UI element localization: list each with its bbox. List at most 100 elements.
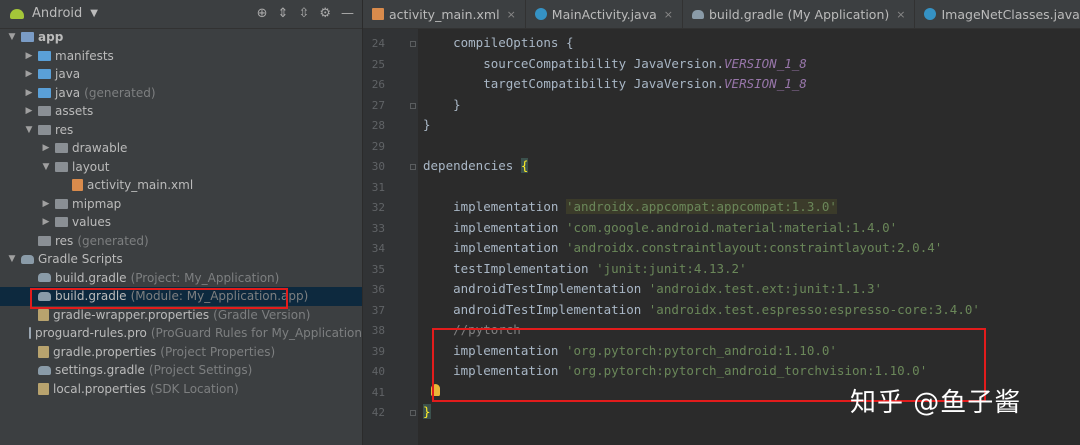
- tree-item[interactable]: build.gradle (Project: My_Application): [0, 269, 362, 288]
- tree-item[interactable]: ▼ layout: [0, 158, 362, 177]
- tree-item-label: java: [55, 85, 81, 100]
- gradle-file-icon: [38, 365, 51, 375]
- tree-item[interactable]: ▶ drawable: [0, 139, 362, 158]
- tree-item[interactable]: ▶ mipmap: [0, 195, 362, 214]
- editor-tab-label: ImageNetClasses.java: [941, 6, 1080, 22]
- tree-item[interactable]: activity_main.xml: [0, 176, 362, 195]
- chevron-down-icon: ▼: [90, 8, 98, 19]
- tree-item-label: proguard-rules.pro: [35, 326, 147, 340]
- line-number: 36: [371, 283, 385, 296]
- gray-file-icon: [55, 161, 68, 172]
- tree-item-label: java: [55, 67, 81, 81]
- fold-marker-icon[interactable]: [410, 41, 416, 47]
- close-icon[interactable]: ×: [664, 8, 673, 21]
- tree-item-label: build.gradle: [55, 270, 127, 285]
- tree-item[interactable]: local.properties (SDK Location): [0, 380, 362, 399]
- chevron-down-icon[interactable]: ▼: [23, 121, 35, 140]
- gray-file-icon: [38, 235, 51, 246]
- editor-tab[interactable]: activity_main.xml ×: [363, 0, 526, 28]
- code-token: 'junit:junit:4.13.2': [596, 260, 747, 276]
- tree-item-label: gradle.properties: [53, 344, 157, 359]
- line-gutter: 24 25 26 27 28 29 30 31 32 33 34 35 36 37 38 39 40 41 42: [363, 29, 418, 445]
- tree-item[interactable]: ▶ java (generated): [0, 84, 362, 103]
- code-token: dependencies: [423, 158, 521, 173]
- fold-marker-icon[interactable]: [410, 102, 416, 109]
- chevron-right-icon[interactable]: ▶: [23, 47, 35, 66]
- editor-tab-label: MainActivity.java: [551, 6, 657, 22]
- tree-item[interactable]: ▶ assets: [0, 102, 362, 121]
- android-icon: [10, 8, 24, 19]
- tree-item-hint: (generated): [77, 233, 149, 248]
- tree-item-label: manifests: [55, 48, 114, 63]
- locate-icon[interactable]: ⊕: [257, 6, 268, 21]
- line-number: 37: [371, 303, 385, 317]
- chevron-down-icon[interactable]: ▼: [40, 158, 52, 177]
- minimize-icon[interactable]: —: [341, 6, 354, 21]
- tree-item[interactable]: gradle.properties (Project Properties): [0, 343, 362, 362]
- tree-item-label: app: [38, 30, 64, 44]
- gray-file-icon: [38, 106, 51, 117]
- blue-file-icon: [38, 87, 51, 98]
- code-line: testImplementation 'junit:junit:4.13.2': [423, 261, 747, 276]
- code-token: {: [520, 158, 529, 173]
- line-number: 30: [371, 160, 385, 173]
- chevron-right-icon[interactable]: ▶: [40, 213, 52, 232]
- chevron-right-icon[interactable]: ▶: [23, 65, 35, 84]
- fold-marker-icon[interactable]: [410, 164, 416, 170]
- tree-item[interactable]: settings.gradle (Project Settings): [0, 361, 362, 380]
- gray-file-icon: [55, 198, 68, 209]
- editor-tab[interactable]: ImageNetClasses.java×: [915, 0, 1080, 28]
- tree-item[interactable]: ▼ res: [0, 121, 362, 140]
- tree-item-label: Gradle Scripts: [38, 252, 123, 266]
- code-line: androidTestImplementation 'androidx.test…: [423, 302, 980, 317]
- close-icon[interactable]: ×: [507, 8, 516, 21]
- expand-all-icon[interactable]: ⇕: [278, 6, 289, 21]
- tree-item[interactable]: ▼ Gradle Scripts: [0, 250, 362, 269]
- gear-icon[interactable]: ⚙: [319, 6, 331, 21]
- gray-file-icon: [38, 124, 51, 135]
- code-token: }: [423, 96, 461, 112]
- code-token: targetCompatibility JavaVersion.: [423, 76, 725, 91]
- code-line: implementation 'androidx.constraintlayou…: [423, 240, 942, 255]
- line-number: 27: [371, 98, 385, 112]
- prop-file-icon: [38, 382, 49, 395]
- code-token: }: [423, 117, 431, 132]
- line-number: 29: [371, 139, 385, 153]
- close-icon[interactable]: ×: [896, 8, 905, 21]
- tree-item[interactable]: ▶ values: [0, 213, 362, 232]
- prop-file-icon: [38, 345, 49, 358]
- tree-item-hint: (Project Settings): [148, 363, 253, 377]
- highlight-box-left: [30, 288, 288, 309]
- tree-item-hint: (generated): [84, 85, 156, 100]
- tree-item-label: res: [55, 233, 74, 248]
- project-view-selector[interactable]: Android ▼: [10, 6, 98, 21]
- editor-tab[interactable]: MainActivity.java ×: [526, 0, 683, 28]
- xml-file-icon: [72, 179, 83, 192]
- gray-file-icon: [55, 143, 68, 154]
- tree-item-label: layout: [72, 159, 110, 174]
- tree-item[interactable]: ▶ java: [0, 65, 362, 84]
- fold-marker-icon[interactable]: [410, 410, 416, 416]
- code-token: 'androidx.test.espresso:espresso-core:3.…: [648, 301, 980, 317]
- code-line: androidTestImplementation 'androidx.test…: [423, 281, 882, 296]
- project-view-label: Android: [32, 6, 83, 21]
- chevron-right-icon[interactable]: ▶: [40, 195, 52, 214]
- code-token: VERSION_1_8: [724, 76, 807, 91]
- chevron-right-icon[interactable]: ▶: [23, 102, 35, 121]
- chevron-right-icon[interactable]: ▶: [23, 84, 35, 103]
- project-panel: Android ▼ ⊕ ⇕ ⇳ ⚙ — ▼ app ▶ manifests ▶ java ▶…: [0, 0, 363, 445]
- collapse-all-icon[interactable]: ⇳: [298, 6, 309, 21]
- tree-item-label: drawable: [72, 141, 128, 155]
- code-token: testImplementation: [423, 260, 597, 276]
- chevron-down-icon[interactable]: ▼: [6, 28, 18, 47]
- tree-item[interactable]: proguard-rules.pro (ProGuard Rules for My…: [0, 324, 362, 343]
- tree-item[interactable]: res (generated): [0, 232, 362, 251]
- chevron-down-icon[interactable]: ▼: [6, 250, 18, 269]
- code-token: implementation: [423, 240, 566, 255]
- tree-item[interactable]: ▶ manifests: [0, 47, 362, 66]
- chevron-right-icon[interactable]: ▶: [40, 139, 52, 158]
- java-file-icon: [924, 8, 937, 20]
- editor-tab[interactable]: build.gradle (My Application) ×: [683, 0, 916, 28]
- tree-item[interactable]: ▼ app: [0, 28, 362, 47]
- project-panel-header: Android ▼ ⊕ ⇕ ⇳ ⚙ —: [0, 0, 362, 29]
